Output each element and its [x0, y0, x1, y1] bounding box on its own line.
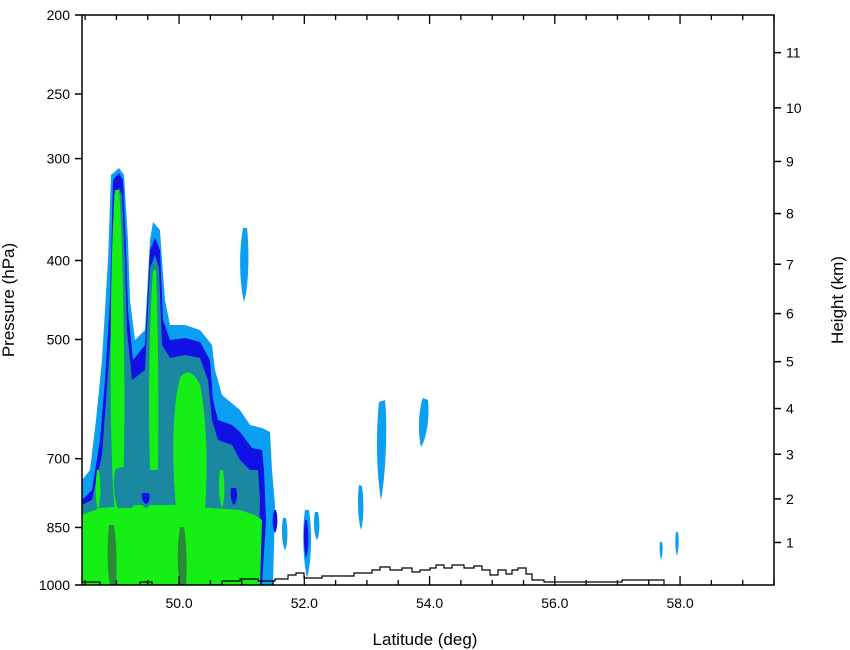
- pressure-tick-label-1: 250: [47, 86, 71, 102]
- height-tick-label-5: 6: [786, 306, 794, 322]
- contour-level3-notch-a: [114, 467, 135, 508]
- contour-level1-blob-f: [281, 518, 288, 550]
- height-tick-label-3: 4: [786, 401, 794, 417]
- contour-level1-blob-g: [357, 485, 364, 530]
- contour-level1-blob-h: [675, 532, 679, 556]
- contour-level1-blob-c: [418, 398, 429, 447]
- y-axis-right-title: Height (km): [828, 256, 847, 344]
- contour-level1-blob-a: [240, 228, 249, 302]
- latitude-tick-label-3: 56.0: [541, 595, 568, 611]
- contour-level1-blob-b: [376, 400, 387, 500]
- height-tick-label-10: 11: [786, 45, 801, 61]
- latitude-tick-label-1: 52.0: [291, 595, 318, 611]
- pressure-tick-label-0: 200: [47, 7, 71, 23]
- contour-level1-blob-i: [659, 542, 663, 560]
- height-axis: 1 2 3 4 5 6 7 8 9 10 11: [774, 45, 802, 550]
- height-tick-label-8: 9: [786, 153, 794, 169]
- pressure-tick-label-3: 400: [47, 252, 71, 268]
- x-axis-title: Latitude (deg): [373, 630, 478, 649]
- latitude-tick-label-2: 54.0: [416, 595, 443, 611]
- latitude-tick-label-4: 58.0: [666, 595, 693, 611]
- height-tick-label-7: 8: [786, 206, 794, 222]
- height-tick-label-9: 10: [786, 100, 802, 116]
- contour-level1-blob-e: [313, 512, 320, 540]
- pressure-tick-label-5: 700: [47, 451, 71, 467]
- height-tick-label-2: 3: [786, 446, 794, 462]
- pressure-tick-label-6: 850: [47, 519, 71, 535]
- height-tick-label-4: 5: [786, 354, 794, 370]
- pressure-tick-label-4: 500: [47, 332, 71, 348]
- contour-fields: [82, 168, 679, 585]
- top-axis-ticks: [84, 15, 775, 24]
- pressure-tick-label-2: 300: [47, 151, 71, 167]
- height-tick-label-0: 1: [786, 534, 794, 550]
- chart: 2002503004005007008501000 1234567891011 …: [0, 7, 847, 649]
- y-axis-left-title: Pressure (hPa): [0, 243, 18, 357]
- latitude-tick-label-0: 50.0: [165, 595, 192, 611]
- pressure-axis: 200 250 300 400 500 700 850 1000: [39, 7, 82, 593]
- height-tick-label-6: 7: [786, 256, 794, 272]
- height-tick-label-1: 2: [786, 491, 794, 507]
- pressure-tick-label-7: 1000: [39, 577, 70, 593]
